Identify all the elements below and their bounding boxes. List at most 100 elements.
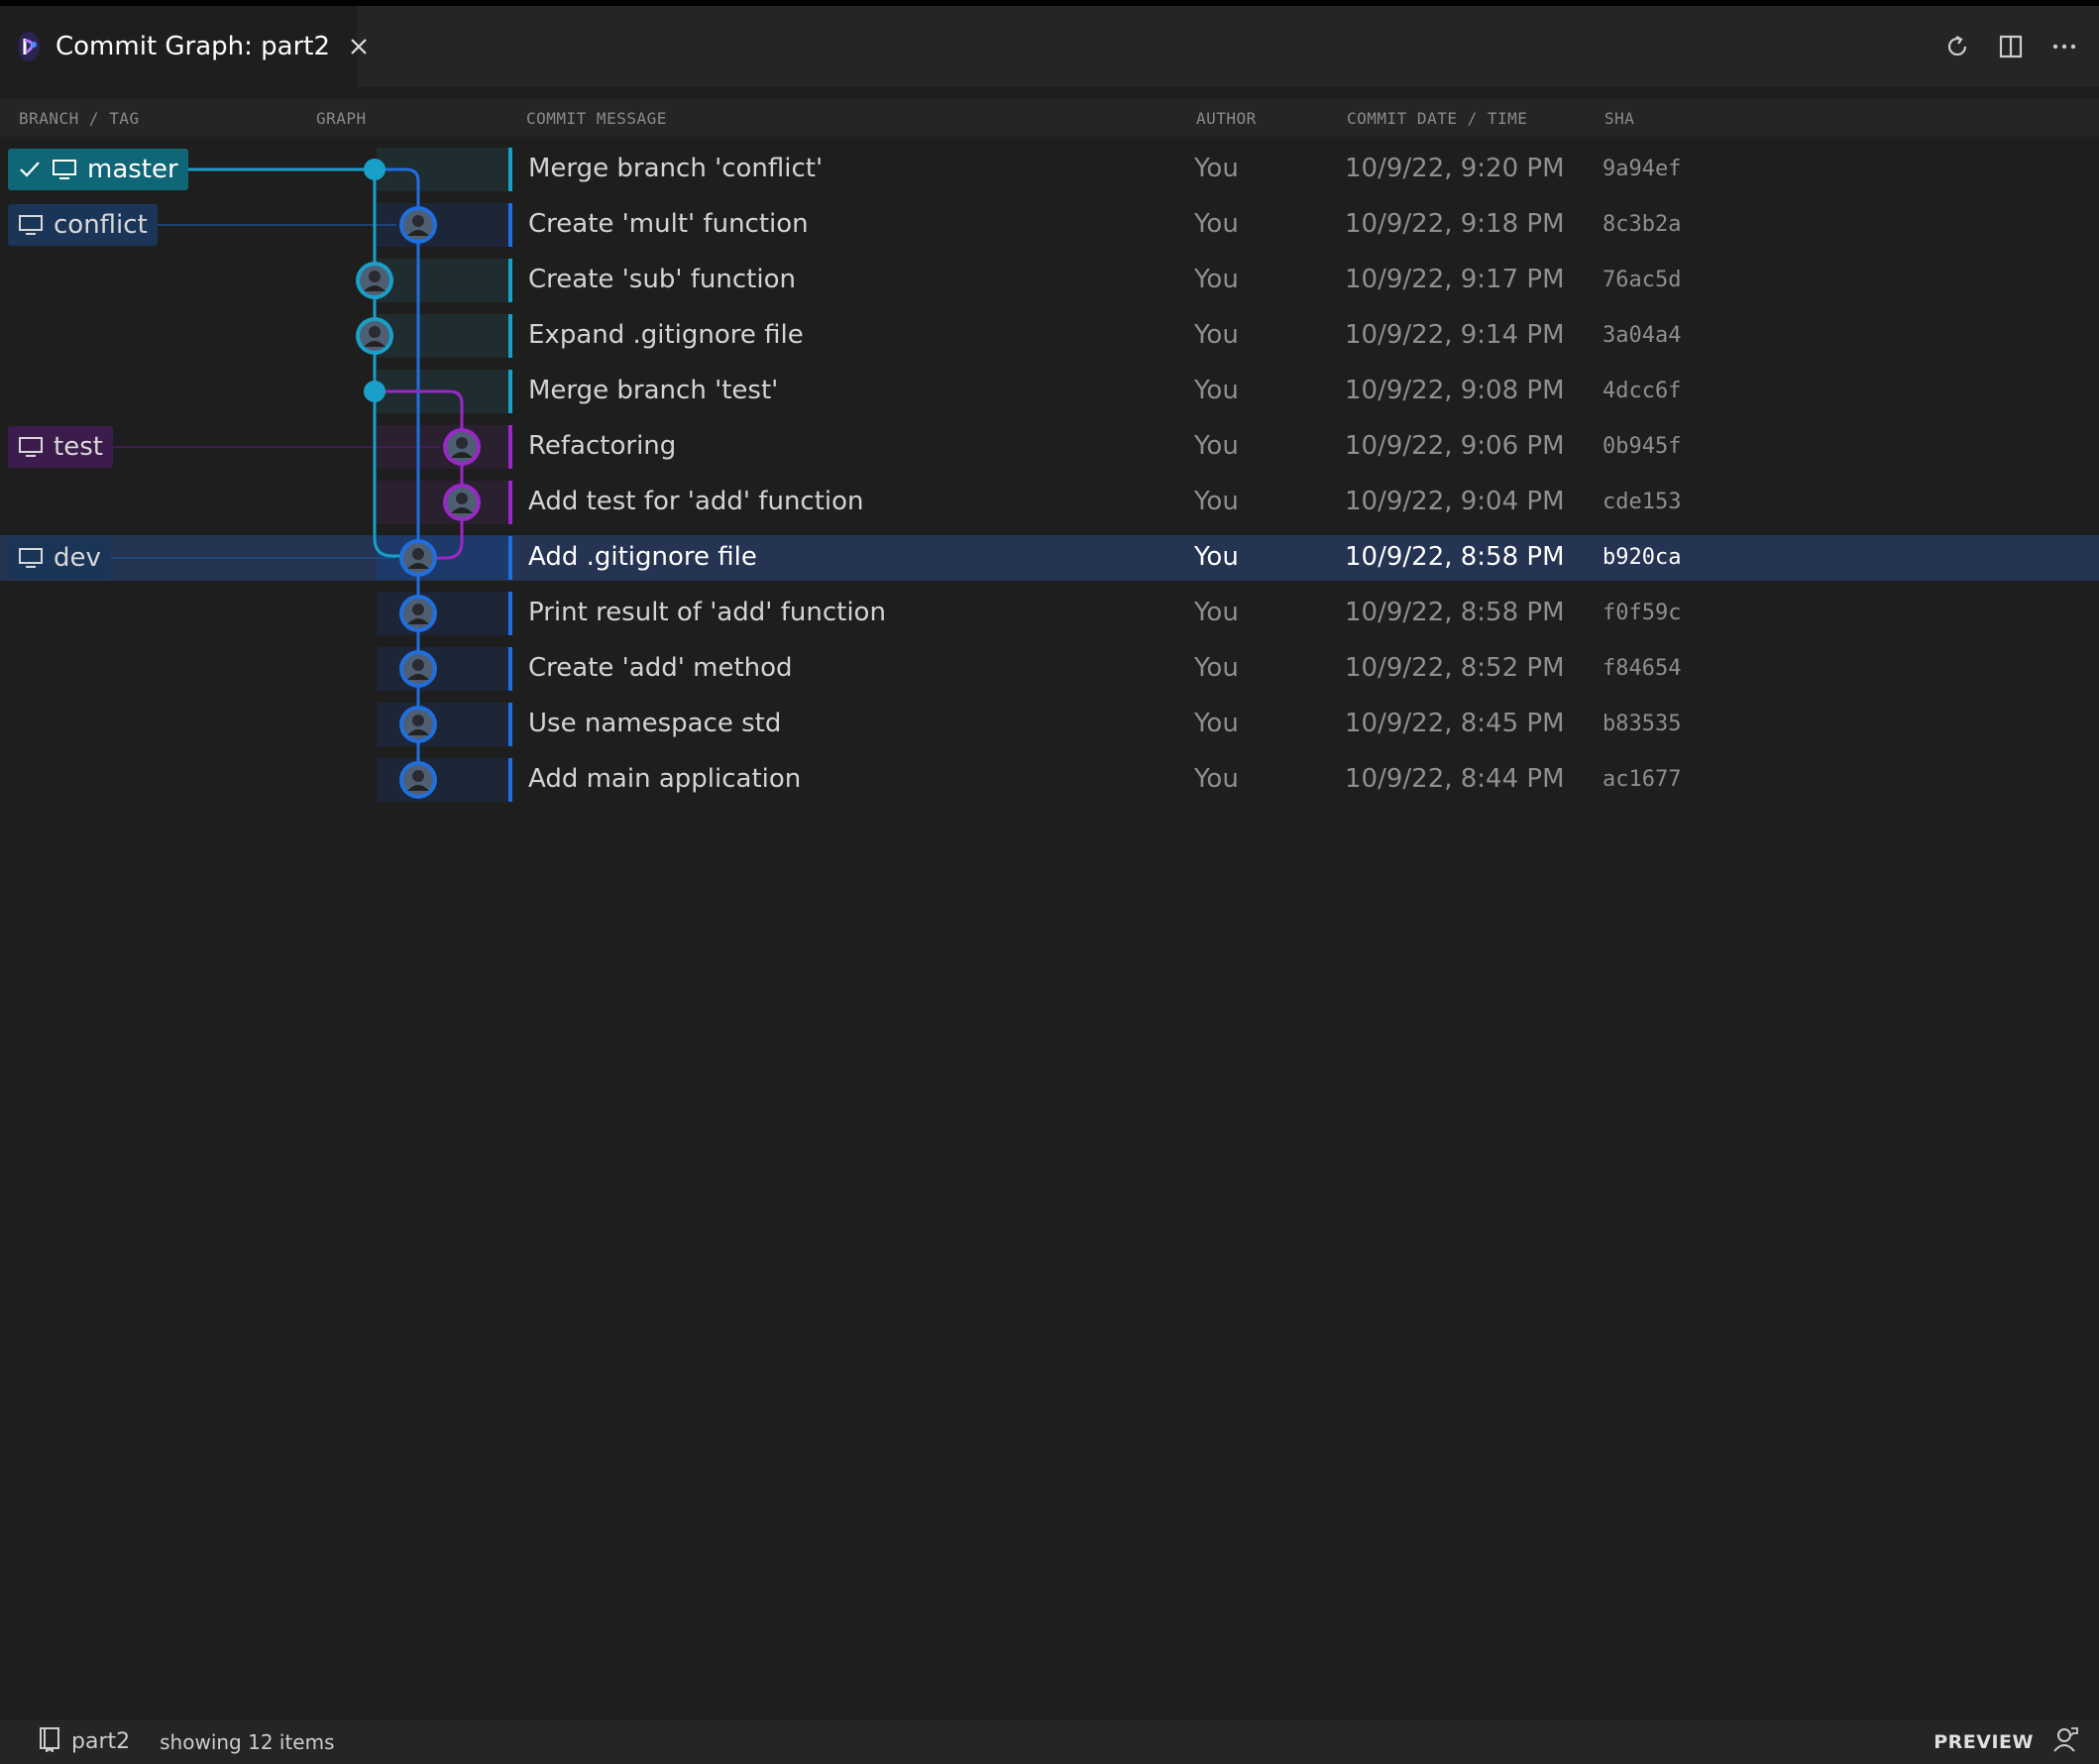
commit-message: Add .gitignore file <box>528 542 757 572</box>
preview-badge: PREVIEW <box>1933 1730 2034 1753</box>
local-branch-icon <box>18 435 44 459</box>
close-icon[interactable] <box>348 32 370 61</box>
branch-chip-dev[interactable]: dev <box>8 537 111 579</box>
commit-sha: 8c3b2a <box>1602 212 1682 237</box>
lane-color-bar <box>508 203 512 247</box>
row-graph-cell <box>377 703 508 746</box>
commit-date: 10/9/22, 9:14 PM <box>1345 320 1565 350</box>
commit-date: 10/9/22, 9:20 PM <box>1345 154 1565 183</box>
commit-author: You <box>1194 598 1239 627</box>
repository-picker[interactable]: part2 <box>38 1726 130 1758</box>
commit-sha: f84654 <box>1602 656 1682 681</box>
item-count: showing 12 items <box>160 1729 335 1754</box>
commit-row[interactable]: Add test for 'add' function You 10/9/22,… <box>0 480 2099 525</box>
column-header-branch[interactable]: BRANCH / TAG <box>19 109 140 128</box>
lane-color-bar <box>508 592 512 635</box>
commit-author: You <box>1194 376 1239 405</box>
commit-row[interactable]: Print result of 'add' function You 10/9/… <box>0 591 2099 636</box>
local-branch-icon <box>18 213 44 237</box>
commit-row-selected[interactable]: Add .gitignore file You 10/9/22, 8:58 PM… <box>0 535 2099 581</box>
commit-row[interactable]: Add main application You 10/9/22, 8:44 P… <box>0 757 2099 803</box>
refresh-icon[interactable] <box>1942 32 1972 61</box>
commit-sha: 0b945f <box>1602 434 1682 459</box>
commit-author: You <box>1194 320 1239 350</box>
commit-message: Merge branch 'test' <box>528 376 779 405</box>
status-bar-right: PREVIEW <box>1933 1719 2079 1764</box>
commit-row[interactable]: Create 'add' method You 10/9/22, 8:52 PM… <box>0 646 2099 692</box>
gitlens-graph-icon <box>18 32 40 61</box>
checkmark-icon <box>18 158 42 181</box>
branch-name: master <box>87 155 178 184</box>
commit-sha: 3a04a4 <box>1602 323 1682 348</box>
commit-sha: ac1677 <box>1602 767 1682 792</box>
commit-message: Merge branch 'conflict' <box>528 154 824 183</box>
branch-name: test <box>54 432 103 462</box>
tab-title: Commit Graph: part2 <box>55 32 331 61</box>
column-header-author[interactable]: AUTHOR <box>1196 109 1257 128</box>
commit-date: 10/9/22, 9:06 PM <box>1345 431 1565 461</box>
commit-date: 10/9/22, 8:58 PM <box>1345 598 1565 627</box>
lane-color-bar <box>508 703 512 746</box>
row-graph-cell <box>377 425 508 469</box>
column-header-message[interactable]: COMMIT MESSAGE <box>526 109 667 128</box>
commit-row[interactable]: Merge branch 'conflict' You 10/9/22, 9:2… <box>0 147 2099 192</box>
commit-sha: 9a94ef <box>1602 157 1682 181</box>
commit-author: You <box>1194 542 1239 572</box>
tab-bar: Commit Graph: part2 <box>0 6 2099 87</box>
feedback-icon[interactable] <box>2051 1725 2079 1758</box>
commit-date: 10/9/22, 8:52 PM <box>1345 653 1565 683</box>
commit-author: You <box>1194 431 1239 461</box>
commit-author: You <box>1194 154 1239 183</box>
row-graph-cell <box>377 592 508 635</box>
branch-chip-test[interactable]: test <box>8 426 113 468</box>
commit-row[interactable]: Create 'mult' function You 10/9/22, 9:18… <box>0 202 2099 248</box>
lane-color-bar <box>508 647 512 691</box>
lane-color-bar <box>508 481 512 524</box>
commit-date: 10/9/22, 9:04 PM <box>1345 487 1565 516</box>
commit-row[interactable]: Refactoring You 10/9/22, 9:06 PM 0b945f <box>0 424 2099 470</box>
commit-row[interactable]: Use namespace std You 10/9/22, 8:45 PM b… <box>0 702 2099 747</box>
commit-sha: f0f59c <box>1602 601 1682 625</box>
commit-message: Expand .gitignore file <box>528 320 804 350</box>
lane-color-bar <box>508 148 512 191</box>
commit-date: 10/9/22, 8:44 PM <box>1345 764 1565 794</box>
lane-color-bar <box>508 259 512 302</box>
commit-message: Create 'add' method <box>528 653 793 683</box>
row-graph-cell <box>377 259 508 302</box>
commit-author: You <box>1194 209 1239 239</box>
commit-author: You <box>1194 764 1239 794</box>
lane-color-bar <box>508 536 512 580</box>
tab-commit-graph[interactable]: Commit Graph: part2 <box>0 6 367 87</box>
row-graph-cell <box>377 203 508 247</box>
split-editor-icon[interactable] <box>1996 32 2026 61</box>
more-actions-icon[interactable] <box>2049 32 2079 61</box>
row-graph-cell <box>377 370 508 413</box>
lane-color-bar <box>508 758 512 802</box>
repository-name: part2 <box>71 1729 131 1754</box>
commit-author: You <box>1194 487 1239 516</box>
commit-message: Create 'mult' function <box>528 209 809 239</box>
lane-color-bar <box>508 314 512 358</box>
commit-row[interactable]: Expand .gitignore file You 10/9/22, 9:14… <box>0 313 2099 359</box>
commit-author: You <box>1194 653 1239 683</box>
commit-message: Print result of 'add' function <box>528 598 886 627</box>
local-branch-icon <box>52 158 77 181</box>
commit-date: 10/9/22, 8:58 PM <box>1345 542 1565 572</box>
column-header-graph[interactable]: GRAPH <box>316 109 367 128</box>
commit-date: 10/9/22, 9:17 PM <box>1345 265 1565 294</box>
branch-name: dev <box>54 543 101 573</box>
branch-chip-master[interactable]: master <box>8 149 188 190</box>
column-header-date[interactable]: COMMIT DATE / TIME <box>1347 109 1527 128</box>
editor-actions <box>1942 6 2079 87</box>
lane-color-bar <box>508 425 512 469</box>
column-header-sha[interactable]: SHA <box>1604 109 1634 128</box>
row-graph-cell <box>377 647 508 691</box>
commit-row[interactable]: Create 'sub' function You 10/9/22, 9:17 … <box>0 258 2099 303</box>
local-branch-icon <box>18 546 44 570</box>
commit-sha: b920ca <box>1602 545 1682 570</box>
branch-chip-conflict[interactable]: conflict <box>8 204 158 246</box>
commit-message: Use namespace std <box>528 709 782 738</box>
status-bar: part2 showing 12 items PREVIEW <box>0 1719 2099 1764</box>
commit-row[interactable]: Merge branch 'test' You 10/9/22, 9:08 PM… <box>0 369 2099 414</box>
lane-color-bar <box>508 370 512 413</box>
